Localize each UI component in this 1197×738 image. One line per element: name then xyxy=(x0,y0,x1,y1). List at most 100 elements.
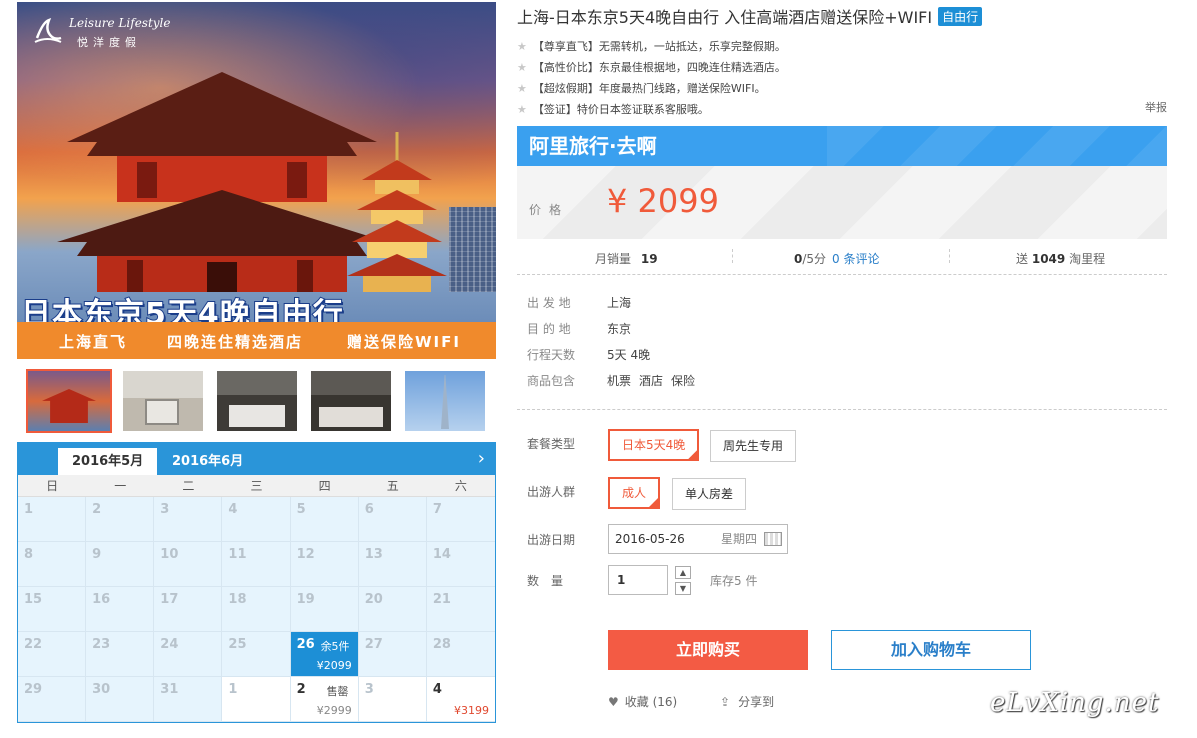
calendar-day[interactable]: 18 xyxy=(222,587,291,632)
tab-june[interactable]: 2016年6月 xyxy=(158,448,257,475)
increase-icon[interactable]: ▲ xyxy=(675,566,691,579)
divider xyxy=(949,249,950,263)
decrease-icon[interactable]: ▼ xyxy=(675,582,691,595)
calendar-day[interactable]: 15 xyxy=(18,587,87,632)
reviews-link[interactable]: 0 条评论 xyxy=(832,252,879,266)
info-value: 5天 4晚 xyxy=(607,348,651,362)
calendar-day[interactable]: 25 xyxy=(222,632,291,677)
report-link[interactable]: 举报 xyxy=(1145,99,1167,115)
calendar-day[interactable]: 6 xyxy=(358,497,427,542)
day-number: 11 xyxy=(228,547,247,562)
buy-now-button[interactable]: 立即购买 xyxy=(608,630,808,670)
calendar-day[interactable]: 30 xyxy=(86,677,155,722)
day-number: 3 xyxy=(160,502,170,517)
product-page: Leisure Lifestyle 悦洋度假 日本东京5天4晚自由行 上海直飞 … xyxy=(0,0,1197,738)
calendar-day[interactable]: 31 xyxy=(154,677,223,722)
day-number: 5 xyxy=(296,502,306,517)
calendar-day[interactable]: 22 xyxy=(18,632,87,677)
calendar-day[interactable]: 16 xyxy=(86,587,155,632)
calendar-day[interactable]: 10 xyxy=(154,542,223,587)
date-picker[interactable]: 2016-05-26 星期四 xyxy=(608,524,788,554)
day-stock-tag: 售罄 xyxy=(326,685,349,698)
feature-item: ★ 【超炫假期】年度最热门线路，赠送保险WIFI。 xyxy=(517,78,1167,99)
calendar-day[interactable]: 4 ¥3199 xyxy=(426,677,495,722)
calendar-day[interactable]: 17 xyxy=(154,587,223,632)
calendar-day[interactable]: 14 xyxy=(426,542,495,587)
hero-band-item: 上海直飞 xyxy=(59,333,128,351)
calendar-day[interactable]: 1 xyxy=(222,677,291,722)
hero-image[interactable]: Leisure Lifestyle 悦洋度假 日本东京5天4晚自由行 上海直飞 … xyxy=(17,2,496,359)
calendar-day[interactable]: 11 xyxy=(222,542,291,587)
calendar-day[interactable]: 27 xyxy=(358,632,427,677)
day-number: 16 xyxy=(92,592,111,607)
calendar-day[interactable]: 4 xyxy=(222,497,291,542)
calendar-day[interactable]: 23 xyxy=(86,632,155,677)
thumbnail-lobby[interactable] xyxy=(123,371,203,431)
day-number: 6 xyxy=(364,502,374,517)
star-icon: ★ xyxy=(517,82,527,95)
calendar-day[interactable]: 24 xyxy=(154,632,223,677)
day-number: 14 xyxy=(432,547,451,562)
calendar-day[interactable]: 19 xyxy=(290,587,359,632)
day-number: 4 xyxy=(432,682,442,697)
tab-may[interactable]: 2016年5月 xyxy=(58,448,158,475)
calendar-day[interactable]: 20 xyxy=(358,587,427,632)
calendar-day[interactable]: 1 xyxy=(18,497,87,542)
stats-row: 月销量 19 0/5分 0 条评论 送 1049 淘里程 xyxy=(517,240,1167,275)
info-key: 目 的 地 xyxy=(527,322,571,336)
calendar-day[interactable]: 8 xyxy=(18,542,87,587)
info-key: 商品包含 xyxy=(527,374,576,388)
calendar-day[interactable]: 12 xyxy=(290,542,359,587)
package-option[interactable]: 周先生专用 xyxy=(710,430,797,462)
calendar-day[interactable]: 7 xyxy=(426,497,495,542)
logo-text-cn: 悦洋度假 xyxy=(77,36,141,49)
calendar-day[interactable]: 3 xyxy=(154,497,223,542)
chevron-right-icon[interactable]: › xyxy=(478,448,485,469)
share-label: 分享到 xyxy=(738,695,775,709)
calendar-day[interactable]: 9 xyxy=(86,542,155,587)
package-option-selected[interactable]: 日本5天4晚 xyxy=(608,429,700,461)
weekday-label: 二 xyxy=(182,479,195,493)
stock-text: 库存5 件 xyxy=(710,574,758,588)
date-weekday: 星期四 xyxy=(720,532,757,546)
thumbnail-bedroom[interactable] xyxy=(311,371,391,431)
calendar-day[interactable]: 3 xyxy=(358,677,427,722)
pagoda-illustration xyxy=(347,132,447,292)
add-to-cart-button[interactable]: 加入购物车 xyxy=(831,630,1031,670)
day-number: 1 xyxy=(24,502,34,517)
thumbnail-tower[interactable] xyxy=(405,371,485,431)
weekday-label: 一 xyxy=(114,479,127,493)
info-value: 机票 酒店 保险 xyxy=(607,371,703,397)
thumbnail-room[interactable] xyxy=(217,371,297,431)
calendar-day[interactable]: 28 xyxy=(426,632,495,677)
people-option-selected[interactable]: 成人 xyxy=(608,477,661,509)
gift-suffix: 淘里程 xyxy=(1069,252,1106,266)
divider xyxy=(732,249,733,263)
people-option[interactable]: 单人房差 xyxy=(672,478,747,510)
info-row: 出 发 地 上海 xyxy=(527,293,703,319)
calendar-icon[interactable] xyxy=(764,532,782,546)
favorite-button[interactable]: ♥ 收藏 (16) xyxy=(608,693,677,710)
day-number: 9 xyxy=(92,547,102,562)
quantity-input[interactable]: 1 xyxy=(608,565,668,595)
feature-text: 【签证】特价日本签证联系客服哦。 xyxy=(532,103,709,116)
calendar-day[interactable]: 13 xyxy=(358,542,427,587)
calendar-day[interactable]: 5 xyxy=(290,497,359,542)
calendar-day[interactable]: 21 xyxy=(426,587,495,632)
thumbnail-temple[interactable] xyxy=(26,369,112,433)
rating-suffix: /5分 xyxy=(802,252,827,266)
star-icon: ★ xyxy=(517,103,527,116)
calendar-day[interactable]: 26 余5件 ¥2099 xyxy=(290,632,359,677)
share-icon: ⇪ xyxy=(720,695,731,709)
weekday-label: 五 xyxy=(386,479,399,493)
calendar-header: 2016年5月 2016年6月 › xyxy=(18,443,495,475)
share-button[interactable]: ⇪ 分享到 xyxy=(720,693,774,710)
calendar-day[interactable]: 2 售罄 ¥2999 xyxy=(290,677,359,722)
calendar-day[interactable]: 2 xyxy=(86,497,155,542)
day-number: 15 xyxy=(24,592,43,607)
weekday-row: 日一二三四五六 xyxy=(18,475,495,497)
day-number: 1 xyxy=(228,682,238,697)
calendar-day[interactable]: 29 xyxy=(18,677,87,722)
day-price: ¥2099 xyxy=(316,659,352,672)
day-number: 29 xyxy=(24,682,43,697)
